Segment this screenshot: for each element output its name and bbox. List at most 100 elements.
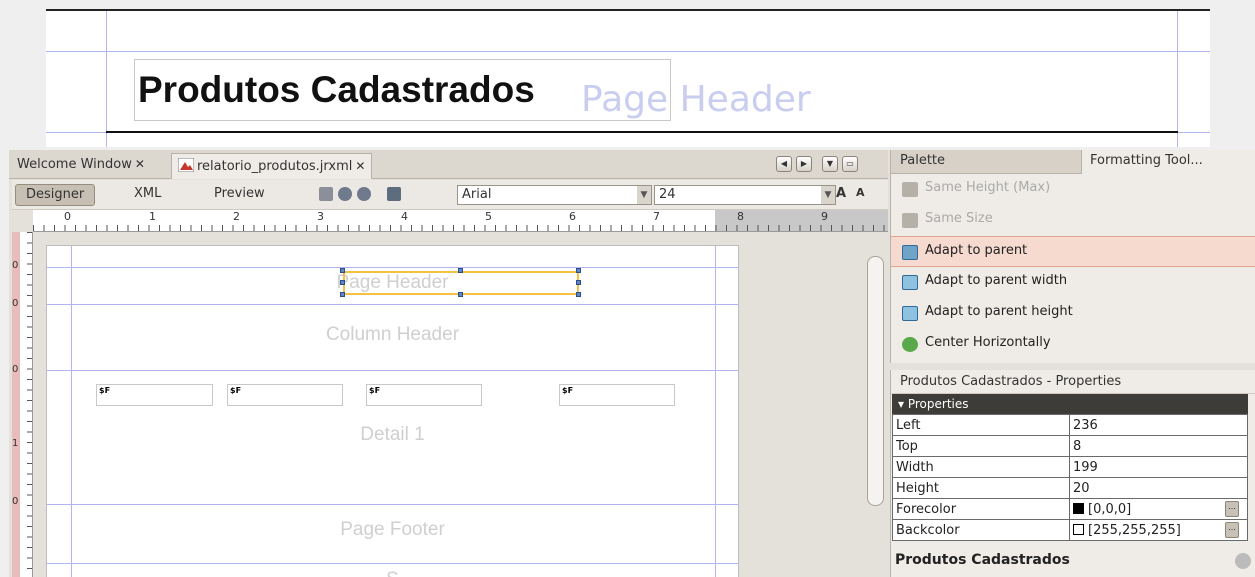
vertical-ruler: 0 0 0 1 0 [12,232,33,577]
title-text-field[interactable]: Produtos Cadastrados [134,59,671,121]
property-value-forecolor[interactable]: [0,0,0]... [1069,498,1248,520]
tab-palette[interactable]: Palette [900,153,945,168]
adapt-to-parent-height-item[interactable]: Adapt to parent height [891,298,1255,329]
properties-table: Left 236 Top 8 Width 199 Height 20 Forecolor… [892,414,1248,541]
ruler-number: 8 [737,210,744,223]
help-icon[interactable] [1235,553,1251,569]
decrease-font-icon[interactable]: A [854,184,867,206]
chevron-down-icon[interactable]: ▼ [637,186,651,204]
band-column-header[interactable]: Column Header [47,324,738,346]
ruler-number: 0 [12,298,19,309]
resize-handle[interactable] [576,280,581,285]
tab-relatorio-produtos[interactable]: relatorio_produtos.jrxml ✕ [171,153,373,179]
same-height-max-item[interactable]: Same Height (Max) [891,174,1255,205]
same-size-item[interactable]: Same Size [891,205,1255,236]
zoomed-title-preview: Page Header Produtos Cadastrados [46,9,1210,147]
section-label: Properties [907,397,969,411]
font-family-select[interactable]: Arial ▼ [457,185,652,205]
scrollbar-thumb[interactable] [867,256,884,506]
tab-list-icon[interactable]: ▼ [822,156,838,172]
scroll-left-icon[interactable]: ◀ [776,156,792,172]
maximize-icon[interactable]: ▭ [842,156,858,172]
ruler-number: 0 [12,260,19,271]
property-row: Top 8 [892,435,1248,457]
report-properties-icon[interactable] [387,187,401,201]
color-swatch [1073,502,1084,514]
tab-label: Welcome Window [17,157,132,172]
tab-label: relatorio_produtos.jrxml [197,159,353,174]
property-key: Left [892,414,1070,436]
field-textbox[interactable]: $F [366,384,482,406]
property-value-left[interactable]: 236 [1069,414,1248,436]
font-size-value: 24 [659,187,676,202]
properties-title: Produtos Cadastrados - Properties [891,370,1255,394]
item-label: Adapt to parent [925,243,1028,258]
resize-handle[interactable] [340,280,345,285]
chevron-down-icon[interactable]: ▼ [821,186,835,204]
scroll-right-icon[interactable]: ▶ [796,156,812,172]
font-size-select[interactable]: 24 ▼ [654,185,836,205]
preview-button[interactable]: Preview [204,184,275,206]
ruler-number: 1 [12,438,19,449]
item-label: Adapt to parent width [925,273,1068,288]
item-label: Center Horizontally [925,335,1051,350]
adapt-to-parent-width-item[interactable]: Adapt to parent width [891,267,1255,298]
report-design-canvas[interactable]: Page Header Column Header Detail 1 Page … [34,232,874,577]
adapt-height-icon [902,306,918,321]
report-page[interactable]: Page Header Column Header Detail 1 Page … [46,245,739,577]
center-horizontally-item[interactable]: Center Horizontally [891,329,1255,360]
canvas-scrollbar[interactable] [864,232,888,577]
property-key: Backcolor [892,519,1070,541]
field-textbox[interactable]: $F [227,384,343,406]
font-family-value: Arial [462,187,492,202]
resize-handle[interactable] [458,268,463,273]
zoom-out-icon[interactable] [357,187,371,201]
property-key: Width [892,456,1070,478]
ruler-number: 6 [569,210,576,223]
tab-welcome-window[interactable]: Welcome Window ✕ [11,153,151,179]
title-underline [106,131,1178,133]
ellipsis-button[interactable]: ... [1225,501,1239,517]
properties-section-header[interactable]: ▾ Properties [892,394,1248,414]
ruler-number: 9 [821,210,828,223]
resize-handle[interactable] [340,268,345,273]
property-value-top[interactable]: 8 [1069,435,1248,457]
band-summary[interactable]: S [47,569,738,577]
close-icon[interactable]: ✕ [355,159,365,173]
property-row: Width 199 [892,456,1248,478]
band-detail[interactable]: Detail 1 [47,424,738,446]
color-value: [0,0,0] [1088,501,1132,517]
resize-handle[interactable] [576,292,581,297]
formatting-tools-panel: Palette Formatting Tool... Same Height (… [890,150,1255,363]
close-icon[interactable]: ✕ [135,157,145,171]
zoom-fit-icon[interactable] [319,187,333,201]
zoom-in-icon[interactable] [338,187,352,201]
tab-formatting-tools[interactable]: Formatting Tool... [1081,150,1255,174]
ruler-number: 1 [149,210,156,223]
field-textbox[interactable]: $F [96,384,213,406]
property-value-backcolor[interactable]: [255,255,255]... [1069,519,1248,541]
field-textbox[interactable]: $F [559,384,675,406]
property-value-width[interactable]: 199 [1069,456,1248,478]
ellipsis-button[interactable]: ... [1225,522,1239,538]
ruler-number: 0 [64,210,71,223]
center-horizontal-icon [902,337,918,352]
property-row: Backcolor [255,255,255]... [892,519,1248,541]
xml-button[interactable]: XML [124,184,171,206]
resize-handle[interactable] [458,292,463,297]
ruler-number: 3 [317,210,324,223]
band-page-footer[interactable]: Page Footer [47,519,738,541]
adapt-to-parent-item[interactable]: Adapt to parent [891,236,1255,267]
increase-font-icon[interactable]: A [834,184,848,206]
properties-panel: Produtos Cadastrados - Properties ▾ Prop… [890,370,1255,577]
ruler-number: 0 [12,496,19,507]
ruler-number: 2 [233,210,240,223]
ruler-number: 0 [12,364,19,375]
resize-handle[interactable] [340,292,345,297]
ireport-window: Welcome Window ✕ relatorio_produtos.jrxml… [9,150,1255,577]
property-value-height[interactable]: 20 [1069,477,1248,499]
document-tabs: Welcome Window ✕ relatorio_produtos.jrxml… [9,150,888,179]
resize-handle[interactable] [576,268,581,273]
property-row: Left 236 [892,414,1248,436]
designer-button[interactable]: Designer [15,184,96,206]
